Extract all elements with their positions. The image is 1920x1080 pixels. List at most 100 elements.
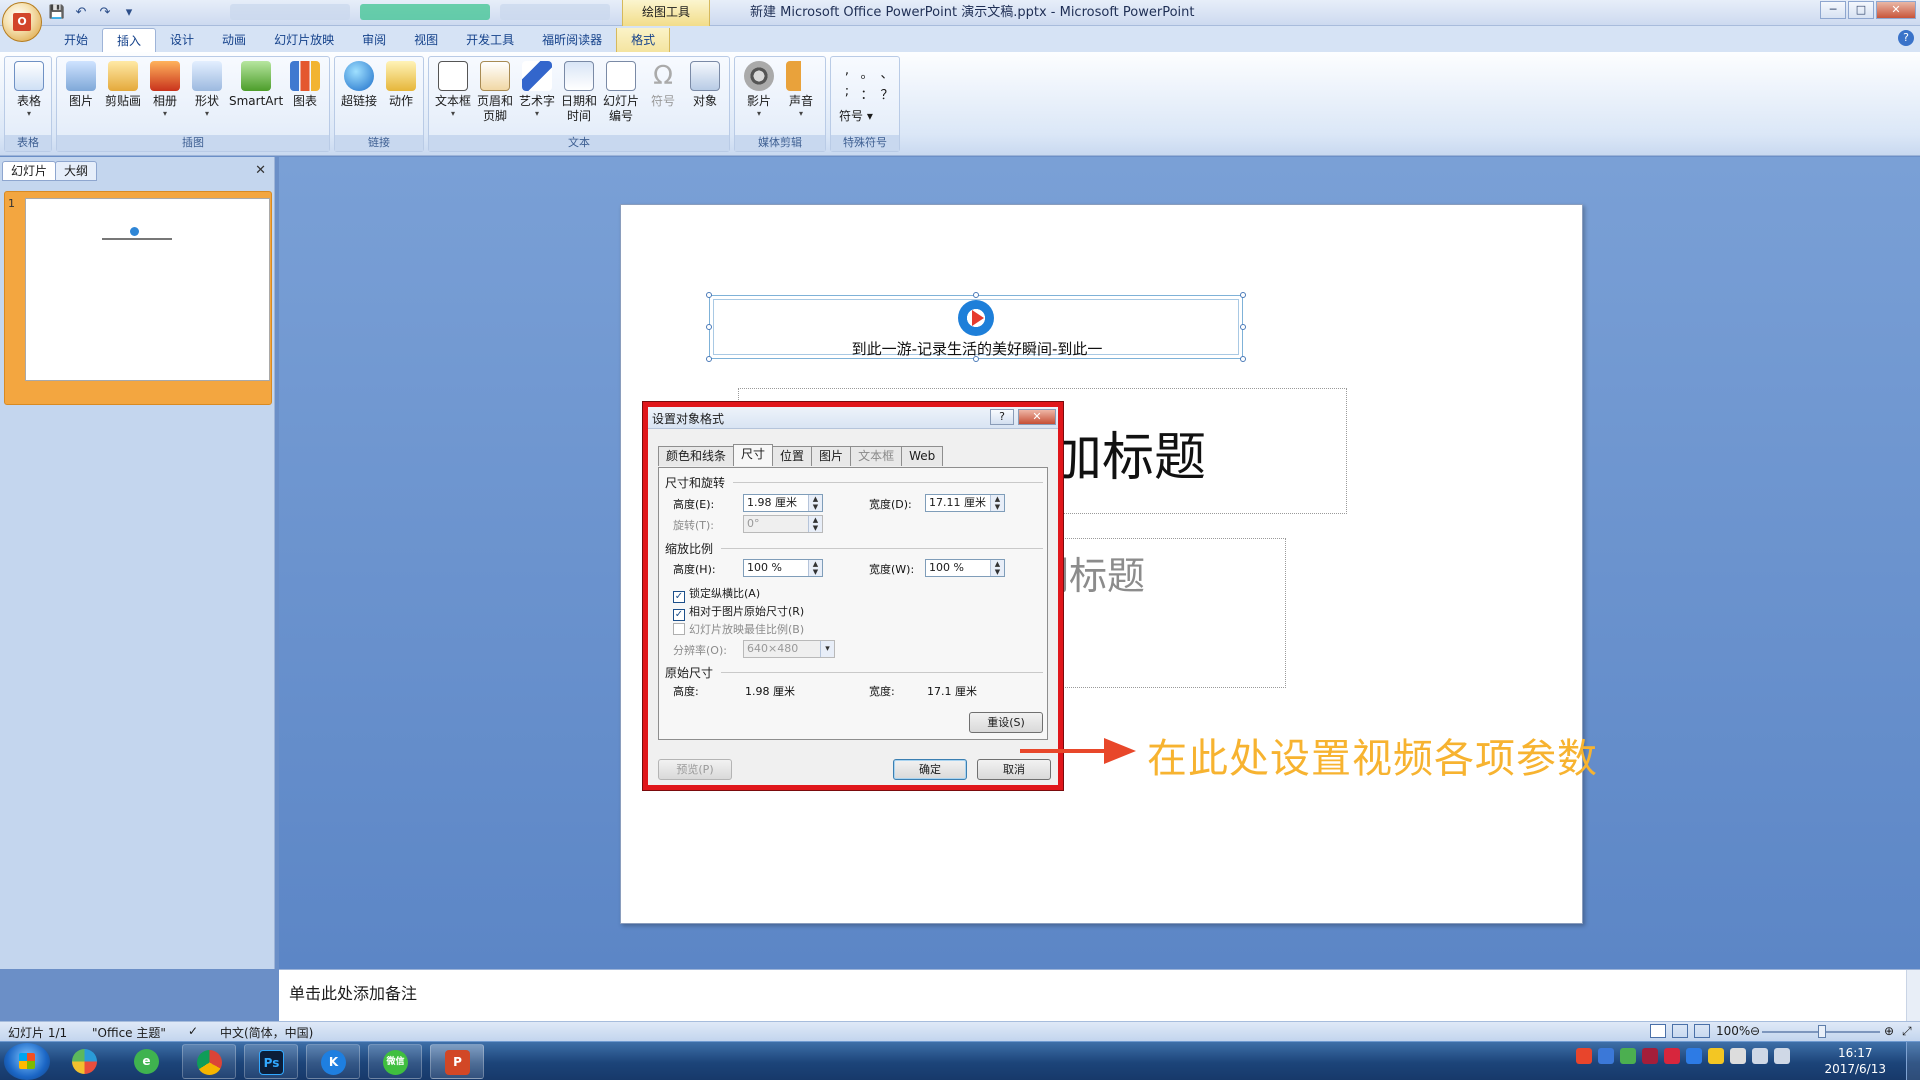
lock-aspect-ratio-checkbox[interactable]: ✓ 锁定纵横比(A): [673, 585, 760, 603]
tab-outline[interactable]: 大纲: [55, 161, 98, 181]
tray-app-icon[interactable]: [1664, 1048, 1680, 1064]
tab-review[interactable]: 审阅: [348, 28, 400, 52]
resize-handle[interactable]: [1240, 324, 1246, 330]
tray-volume-icon[interactable]: [1774, 1048, 1790, 1064]
tab-size[interactable]: 尺寸: [733, 444, 774, 466]
resolution-select[interactable]: 640×480 ▾: [743, 640, 835, 658]
redo-icon[interactable]: ↷: [96, 4, 114, 22]
tab-web[interactable]: Web: [901, 446, 944, 466]
textbox-button[interactable]: 文本框 ▾: [433, 61, 473, 119]
slide-sorter-icon[interactable]: [1672, 1024, 1688, 1038]
tab-design[interactable]: 设计: [156, 28, 208, 52]
tab-position[interactable]: 位置: [772, 446, 813, 466]
close-button[interactable]: ✕: [1876, 1, 1916, 19]
resize-handle[interactable]: [1240, 292, 1246, 298]
tab-colors-lines[interactable]: 颜色和线条: [658, 446, 735, 466]
customize-qat-icon[interactable]: ▾: [120, 4, 138, 22]
tab-textbox[interactable]: 文本框: [850, 446, 903, 466]
tab-picture[interactable]: 图片: [811, 446, 852, 466]
taskbar-photoshop[interactable]: Ps: [244, 1044, 298, 1079]
symbol-button[interactable]: Ω 符号: [643, 61, 683, 109]
tray-network-icon[interactable]: [1752, 1048, 1768, 1064]
height-input[interactable]: 1.98 厘米 ▲ ▼: [743, 494, 823, 512]
spinner-arrows-icon[interactable]: ▲ ▼: [808, 516, 822, 532]
slide-number-button[interactable]: 幻灯片 编号: [601, 61, 641, 124]
tab-slideshow[interactable]: 幻灯片放映: [260, 28, 348, 52]
minimize-button[interactable]: ─: [1820, 1, 1846, 19]
tray-app-icon[interactable]: [1708, 1048, 1724, 1064]
undo-icon[interactable]: ↶: [72, 4, 90, 22]
help-icon[interactable]: ?: [1898, 30, 1914, 46]
taskbar-powerpoint[interactable]: P: [430, 1044, 484, 1079]
taskbar-chrome[interactable]: [182, 1044, 236, 1079]
reset-button[interactable]: 重设(S): [969, 712, 1043, 733]
normal-view-icon[interactable]: [1650, 1024, 1666, 1038]
video-object[interactable]: 到此一游-记录生活的美好瞬间-到此一: [706, 292, 1246, 362]
tray-app-icon[interactable]: [1686, 1048, 1702, 1064]
zoom-in-icon[interactable]: ⊕: [1884, 1024, 1894, 1038]
tab-animations[interactable]: 动画: [208, 28, 260, 52]
clipart-button[interactable]: 剪贴画: [103, 61, 143, 109]
chart-button[interactable]: 图表: [285, 61, 325, 109]
table-button[interactable]: 表格 ▾: [9, 61, 49, 119]
tab-foxit-reader[interactable]: 福昕阅读器: [528, 28, 616, 52]
chevron-down-icon[interactable]: ▾: [820, 641, 834, 657]
tray-ime-icon[interactable]: [1576, 1048, 1592, 1064]
fit-to-window-icon[interactable]: ⤢: [1902, 1024, 1912, 1039]
save-icon[interactable]: 💾: [48, 4, 66, 22]
datetime-button[interactable]: 日期和 时间: [559, 61, 599, 124]
taskbar-app-icon[interactable]: [58, 1044, 112, 1079]
maximize-button[interactable]: □: [1848, 1, 1874, 19]
tray-shield-icon[interactable]: [1598, 1048, 1614, 1064]
tray-app-icon[interactable]: [1642, 1048, 1658, 1064]
header-footer-button[interactable]: 页眉和 页脚: [475, 61, 515, 124]
dialog-close-button[interactable]: ✕: [1018, 409, 1056, 425]
language[interactable]: 中文(简体，中国): [220, 1024, 313, 1041]
zoom-level[interactable]: 100%: [1716, 1024, 1750, 1038]
spinner-arrows-icon[interactable]: ▲ ▼: [990, 560, 1004, 576]
notes-scrollbar[interactable]: [1906, 970, 1920, 1022]
rotation-input[interactable]: 0° ▲ ▼: [743, 515, 823, 533]
special-char[interactable]: 、: [877, 63, 897, 82]
hyperlink-button[interactable]: 超链接: [339, 61, 379, 109]
tab-format[interactable]: 格式: [616, 28, 671, 52]
zoom-out-icon[interactable]: ⊖: [1750, 1024, 1760, 1038]
tab-home[interactable]: 开始: [50, 28, 102, 52]
preview-button[interactable]: 预览(P): [658, 759, 732, 780]
notes-pane[interactable]: 单击此处添加备注: [279, 969, 1920, 1022]
relative-original-size-checkbox[interactable]: ✓ 相对于图片原始尺寸(R): [673, 603, 804, 621]
special-char[interactable]: ？: [877, 84, 897, 103]
tray-wechat-icon[interactable]: [1620, 1048, 1636, 1064]
office-button[interactable]: O: [2, 2, 42, 42]
scale-width-input[interactable]: 100 % ▲ ▼: [925, 559, 1005, 577]
tray-app-icon[interactable]: [1730, 1048, 1746, 1064]
spinner-arrows-icon[interactable]: ▲ ▼: [990, 495, 1004, 511]
tab-developer[interactable]: 开发工具: [452, 28, 528, 52]
special-char[interactable]: ;: [837, 84, 857, 103]
action-button[interactable]: 动作: [381, 61, 421, 109]
resize-handle[interactable]: [706, 292, 712, 298]
tab-slides[interactable]: 幻灯片: [2, 161, 57, 181]
spellcheck-icon[interactable]: ✓: [188, 1024, 198, 1038]
sound-button[interactable]: 声音 ▾: [781, 61, 821, 119]
object-button[interactable]: 对象: [685, 61, 725, 109]
show-desktop-button[interactable]: [1906, 1042, 1920, 1080]
album-button[interactable]: 相册 ▾: [145, 61, 185, 119]
clock[interactable]: 16:17 2017/6/13: [1824, 1045, 1886, 1077]
start-button[interactable]: [4, 1043, 50, 1080]
wordart-button[interactable]: 艺术字 ▾: [517, 61, 557, 119]
special-char[interactable]: 。: [857, 63, 877, 82]
close-icon[interactable]: ✕: [255, 163, 266, 178]
width-input[interactable]: 17.11 厘米 ▲ ▼: [925, 494, 1005, 512]
help-button[interactable]: ?: [990, 409, 1014, 425]
ok-button[interactable]: 确定: [893, 759, 967, 780]
scale-height-input[interactable]: 100 % ▲ ▼: [743, 559, 823, 577]
taskbar-wechat[interactable]: 微信: [368, 1044, 422, 1079]
spinner-arrows-icon[interactable]: ▲ ▼: [808, 560, 822, 576]
zoom-slider-thumb[interactable]: [1818, 1025, 1826, 1038]
slide-thumbnail[interactable]: [4, 191, 272, 405]
special-symbol-button[interactable]: 符号 ▾: [839, 107, 873, 124]
resize-handle[interactable]: [706, 324, 712, 330]
resize-handle[interactable]: [973, 292, 979, 298]
movie-button[interactable]: 影片 ▾: [739, 61, 779, 119]
